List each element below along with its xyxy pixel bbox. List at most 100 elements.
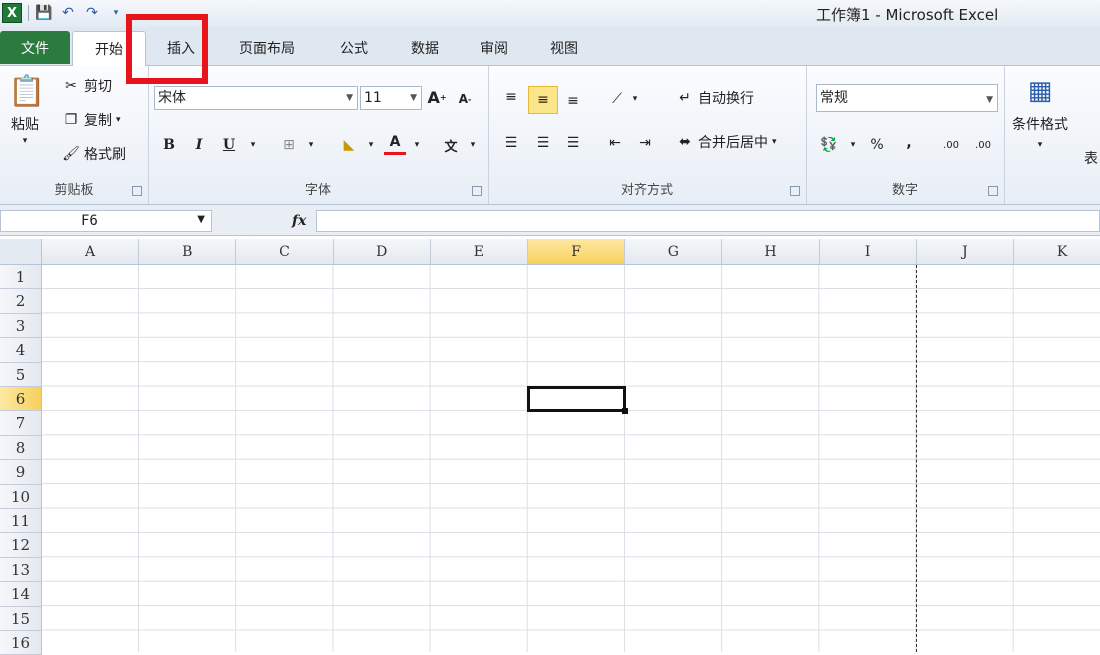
italic-button[interactable]: I [188,134,210,156]
copy-button[interactable]: ❐ 复制 ▾ [62,110,121,130]
cell-area[interactable] [42,265,1100,652]
column-header-f[interactable]: F [528,239,626,265]
chevron-down-icon: ▼ [197,214,205,225]
font-color-icon[interactable]: A [384,132,406,155]
font-name-combo[interactable]: 宋体 ▼ [154,86,358,110]
save-icon[interactable]: 💾 [35,4,53,22]
fill-color-icon[interactable]: ◣ [338,134,360,156]
row-header-2[interactable]: 2 [0,289,42,314]
underline-chevron-icon[interactable]: ▾ [242,134,264,156]
column-header-g[interactable]: G [625,239,723,265]
select-all-corner[interactable] [0,239,42,265]
active-cell[interactable] [527,386,627,413]
align-top-icon[interactable]: ≡ [500,86,522,108]
paste-button[interactable]: 📋 粘贴 ▾ [8,72,45,146]
tab-file[interactable]: 文件 [0,31,70,64]
tab-review[interactable]: 审阅 [462,31,526,64]
formula-input[interactable] [316,210,1100,232]
align-center-icon[interactable]: ☰ [532,132,554,154]
tab-view[interactable]: 视图 [532,31,596,64]
fill-handle[interactable] [622,408,629,415]
column-header-k[interactable]: K [1014,239,1100,265]
decrease-indent-icon[interactable]: ⇤ [604,132,626,154]
format-as-table-button[interactable]: 表 [1084,148,1098,168]
font-size-combo[interactable]: 11 ▼ [360,86,422,110]
row-header-13[interactable]: 13 [0,557,42,583]
wrap-text-label: 自动换行 [698,91,754,107]
align-middle-icon[interactable]: ≡ [528,86,558,114]
align-bottom-icon[interactable]: ≡ [562,90,584,112]
group-number: 常规 ▼ 💱 ▾ % , .00 .00 数字 [806,66,1005,204]
copy-chevron-icon: ▾ [116,115,121,125]
currency-chevron-icon[interactable]: ▾ [842,134,864,156]
row-header-12[interactable]: 12 [0,533,42,558]
wrap-text-button[interactable]: ↵ 自动换行 [676,88,754,108]
align-right-icon[interactable]: ☰ [562,132,584,154]
group-font: 宋体 ▼ 11 ▼ A + A- B I U ▾ ⊞ ▾ ◣ ▾ A ▾ 文 ▾ … [148,66,489,204]
name-box[interactable]: F6 ▼ [0,210,212,232]
comma-button[interactable]: , [898,132,920,154]
cut-button[interactable]: ✂ 剪切 [62,76,112,96]
increase-decimal-button[interactable]: .00 [940,134,962,156]
merge-cells-icon: ⬌ [679,134,691,150]
row-header-8[interactable]: 8 [0,435,42,461]
fill-color-chevron-icon[interactable]: ▾ [360,134,382,156]
row-header-11[interactable]: 11 [0,509,42,534]
row-header-16[interactable]: 16 [0,631,42,655]
bold-button[interactable]: B [158,134,180,156]
shrink-font-button[interactable]: A- [454,88,476,110]
row-header-9[interactable]: 9 [0,460,42,485]
column-header-b[interactable]: B [139,239,237,265]
highlight-insert-tab-annotation [126,14,208,84]
column-header-h[interactable]: H [722,239,820,265]
row-header-1[interactable]: 1 [0,265,42,290]
phonetic-chevron-icon[interactable]: ▾ [462,134,484,156]
merge-center-button[interactable]: ⬌ 合并后居中 ▾ [676,132,776,152]
row-header-15[interactable]: 15 [0,606,42,631]
percent-button[interactable]: % [866,134,888,156]
row-header-5[interactable]: 5 [0,362,42,387]
currency-icon[interactable]: 💱 [818,134,840,156]
format-painter-button[interactable]: 🖌 格式刷 [62,144,126,164]
redo-icon[interactable]: ↷ [83,4,101,22]
decrease-decimal-button[interactable]: .00 [972,134,994,156]
font-dialog-launcher-icon[interactable] [472,186,482,196]
row-header-4[interactable]: 4 [0,338,42,363]
chevron-down-icon: ▼ [410,93,417,103]
undo-icon[interactable]: ↶ [59,4,77,22]
column-header-a[interactable]: A [42,239,140,265]
insert-function-icon[interactable]: fx [292,213,306,229]
grow-font-button[interactable]: A + [426,86,448,108]
column-header-j[interactable]: J [916,239,1014,265]
tab-data[interactable]: 数据 [394,31,456,64]
row-header-10[interactable]: 10 [0,484,42,509]
font-color-chevron-icon[interactable]: ▾ [406,134,428,156]
column-header-c[interactable]: C [236,239,334,265]
qat-separator [28,5,29,21]
tab-page-layout[interactable]: 页面布局 [222,31,312,64]
phonetic-guide-icon[interactable]: 文 [440,134,462,156]
customize-qat-chevron-icon[interactable]: ▾ [107,4,125,22]
number-dialog-launcher-icon[interactable] [988,186,998,196]
row-header-14[interactable]: 14 [0,582,42,607]
conditional-formatting-button[interactable]: ▦ 条件格式 ▾ [1012,74,1068,150]
group-styles: ▦ 条件格式 ▾ 表 [1004,66,1100,204]
increase-indent-icon[interactable]: ⇥ [634,132,656,154]
borders-icon[interactable]: ⊞ [278,134,300,156]
row-header-7[interactable]: 7 [0,411,42,436]
underline-button[interactable]: U [218,134,240,156]
clipboard-dialog-launcher-icon[interactable] [132,186,142,196]
orientation-chevron-icon[interactable]: ▾ [624,88,646,110]
column-header-d[interactable]: D [333,239,431,265]
column-header-i[interactable]: I [819,239,917,265]
column-header-e[interactable]: E [430,239,528,265]
align-left-icon[interactable]: ☰ [500,132,522,154]
alignment-dialog-launcher-icon[interactable] [790,186,800,196]
borders-chevron-icon[interactable]: ▾ [300,134,322,156]
row-header-6[interactable]: 6 [0,387,42,412]
scissors-icon: ✂ [65,78,77,94]
tab-formulas[interactable]: 公式 [322,31,386,64]
row-header-3[interactable]: 3 [0,313,42,339]
excel-logo-icon[interactable]: X [2,3,22,23]
number-format-combo[interactable]: 常规 ▼ [816,84,998,112]
